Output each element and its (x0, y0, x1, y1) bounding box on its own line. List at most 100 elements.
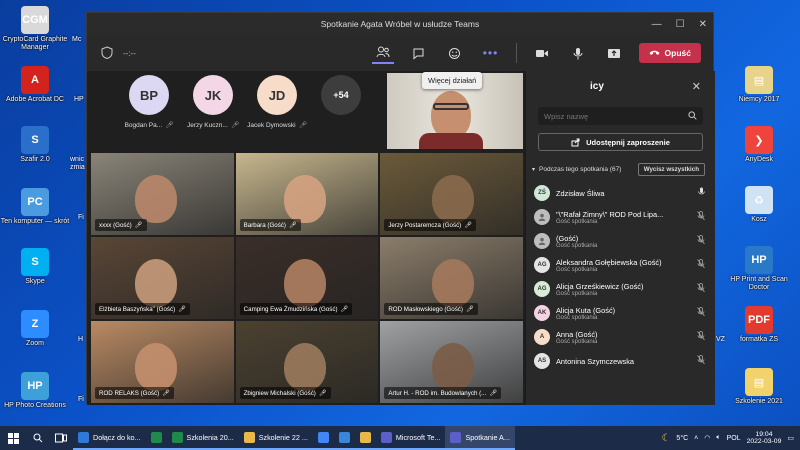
video-tile[interactable]: ROD RELAKS (Gość) 🎤︎ (91, 321, 234, 403)
partial-label[interactable]: wnic zmia (70, 156, 86, 171)
start-button[interactable] (0, 426, 27, 450)
mic-off-icon[interactable] (697, 355, 705, 367)
mic-off-icon[interactable] (697, 283, 705, 295)
participant-row[interactable]: A Anna (Gość) Gość spotkania (526, 325, 715, 349)
participant-row[interactable]: AK Alicja Kuta (Gość) Gość spotkania (526, 301, 715, 325)
mic-off-icon[interactable] (697, 235, 705, 247)
microphone-button[interactable] (567, 42, 589, 64)
shield-icon[interactable] (101, 45, 113, 61)
mic-icon[interactable] (698, 187, 705, 199)
participants-button[interactable] (371, 42, 394, 64)
participant-row[interactable]: ZŚ Zdzisław Śliwa (526, 181, 715, 205)
participant-row[interactable]: (Gość) Gość spotkania (526, 229, 715, 253)
desktop-icon[interactable]: PDF formatka ZS (724, 306, 794, 344)
chevron-down-icon[interactable]: ▾ (532, 166, 535, 173)
search-icon[interactable] (688, 110, 697, 122)
mute-all-button[interactable]: Wycisz wszystkich (637, 162, 705, 176)
video-tile[interactable]: ROD Masłowskiego (Gość) 🎤︎ (380, 237, 523, 319)
task-view-button[interactable] (49, 426, 73, 450)
partial-label[interactable]: VZ (716, 336, 725, 343)
participant-row[interactable]: AG Alicja Grześkiewicz (Gość) Gość spotkan… (526, 277, 715, 301)
desktop-icon[interactable]: ▤ Niemcy 2017 (724, 66, 794, 104)
taskbar-app[interactable]: Microsoft Te... (375, 426, 446, 450)
close-window-icon[interactable]: ✕ (699, 19, 707, 30)
video-tile[interactable]: Barbara (Gość) 🎤︎ (235, 153, 379, 235)
taskbar-app[interactable] (333, 426, 355, 450)
desktop-icon[interactable]: ❯ AnyDesk (724, 126, 794, 164)
partial-label[interactable]: H (78, 336, 83, 343)
weather-temperature[interactable]: 5°C (676, 435, 688, 442)
pinned-participant[interactable]: +54 (309, 75, 373, 147)
task-view-icon (55, 433, 67, 443)
taskbar-app[interactable] (145, 426, 167, 450)
video-tile[interactable]: Jerzy Postaremcza (Gość) 🎤︎ (380, 153, 523, 235)
participant-search[interactable] (538, 107, 703, 125)
taskbar-app[interactable]: Szkolenie 22 ... (238, 426, 313, 450)
desktop-icon[interactable]: HP HP Print and Scan Doctor (724, 246, 794, 292)
network-icon[interactable]: ◠ (704, 434, 710, 442)
tray-chevron-icon[interactable]: ˄ (694, 435, 698, 442)
taskbar-app[interactable]: Dołącz do ko... (73, 426, 146, 450)
maximize-icon[interactable]: ☐ (676, 19, 685, 30)
video-tile[interactable]: Artur H. - ROD im. Budowlanych (... 🎤︎ (380, 321, 523, 403)
window-title: Spotkanie Agata Wróbel w usłudze Teams (320, 19, 480, 29)
desktop-icon[interactable]: ♻ Kosz (724, 186, 794, 224)
desktop-icon[interactable]: CGM CryptoCard Graphite Manager (0, 6, 70, 52)
partial-label[interactable]: HP (74, 96, 84, 103)
video-tile[interactable]: xxxx (Gość) 🎤︎ (91, 153, 234, 235)
leave-button[interactable]: Opuść (638, 43, 701, 63)
pinned-participant[interactable]: JK Jerzy Kuczn... 🎤︎ (181, 75, 245, 147)
mic-off-icon[interactable] (697, 259, 705, 271)
clock[interactable]: 19:04 2022-03-09 (747, 431, 782, 446)
avatar (534, 209, 550, 225)
share-screen-button[interactable] (603, 42, 625, 64)
pinned-participant-name: Bogdan Pa... 🎤︎ (125, 121, 174, 130)
volume-icon[interactable]: 🔈︎ (716, 434, 720, 442)
pinned-participant[interactable]: JD Jacek Dymowski 🎤︎ (245, 75, 309, 147)
partial-label[interactable]: Fi (78, 396, 84, 403)
app-icon (150, 431, 162, 443)
video-tile[interactable]: Zbigniew Michalski (Gość) 🎤︎ (235, 321, 379, 403)
language-indicator[interactable]: POL (727, 435, 741, 442)
desktop-icon[interactable]: A Adobe Acrobat DC (0, 66, 70, 104)
minimize-icon[interactable]: — (652, 19, 662, 30)
weather-icon[interactable]: ☾ (661, 433, 670, 444)
notifications-icon[interactable]: ▭ (787, 434, 794, 442)
desktop-icon[interactable]: PC Ten komputer — skrót (0, 188, 70, 226)
partial-label[interactable]: Mc (72, 36, 81, 43)
participant-row[interactable]: "\"Rafał Zimny\" ROD Pod Lipa... Gość spo… (526, 205, 715, 229)
desktop-icon[interactable]: S Skype (0, 248, 70, 286)
avatar: JK (193, 75, 233, 115)
taskbar-app[interactable]: Spotkanie A... (445, 426, 515, 450)
desktop-icon[interactable]: Z Zoom (0, 310, 70, 348)
participant-info: Alicja Kuta (Gość) Gość spotkania (556, 306, 688, 321)
pinned-participant[interactable]: BP Bogdan Pa... 🎤︎ (117, 75, 181, 147)
reactions-button[interactable] (444, 42, 466, 64)
desktop-icon[interactable]: ▤ Szkolenie 2021 (724, 368, 794, 406)
meeting-toolbar: --:-- ••• Opuść (87, 35, 713, 71)
taskbar-apps: Dołącz do ko... Szkolenia 20... Szkolenie … (73, 426, 515, 450)
more-actions-button[interactable]: ••• (480, 42, 502, 64)
taskbar-search-button[interactable] (27, 426, 49, 450)
video-tile[interactable]: Elżbieta Baszyńska" (Gość) 🎤︎ (91, 237, 234, 319)
participant-row[interactable]: AG Aleksandra Gołębiewska (Gość) Gość spot… (526, 253, 715, 277)
participant-search-input[interactable] (544, 111, 684, 121)
chat-button[interactable] (408, 42, 430, 64)
mic-off-icon[interactable] (697, 211, 705, 223)
video-tile[interactable]: Camping Ewa Żmudzińska (Gość) 🎤︎ (235, 237, 379, 319)
camera-button[interactable] (531, 42, 553, 64)
partial-label[interactable]: Fi (78, 214, 84, 221)
taskbar-app[interactable]: Szkolenia 20... (166, 426, 239, 450)
panel-header: icy ✕ (526, 71, 715, 101)
desktop-icon[interactable]: HP HP Photo Creations (0, 372, 70, 410)
participant-list: ZŚ Zdzisław Śliwa "\"Rafał Zimny\" ROD Pod… (526, 181, 715, 373)
mic-off-icon[interactable] (697, 307, 705, 319)
share-invite-button[interactable]: Udostępnij zaproszenie (538, 133, 703, 151)
taskbar-app[interactable] (354, 426, 376, 450)
desktop-icon[interactable]: S Szafir 2.0 (0, 126, 70, 164)
participant-face (283, 343, 326, 391)
mic-off-icon[interactable] (697, 331, 705, 343)
participant-row[interactable]: AS Antonina Szymczewska (526, 349, 715, 373)
taskbar-app[interactable] (312, 426, 334, 450)
close-panel-icon[interactable]: ✕ (692, 80, 701, 93)
